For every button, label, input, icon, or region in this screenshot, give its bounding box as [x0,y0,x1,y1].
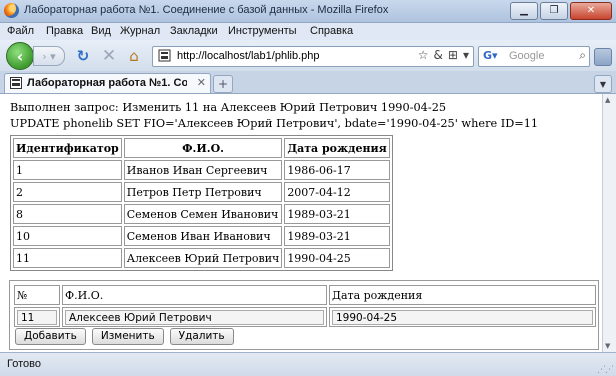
cell-id: 11 [13,248,122,268]
menu-help[interactable]: Справка [310,25,353,37]
cell-fio: Иванов Иван Сергеевич [123,160,283,180]
form-cell-date: 1990-04-25 [329,307,596,327]
delete-button[interactable]: Удалить [169,328,234,345]
edit-form-table: № Ф.И.О. Дата рождения 11 Алексеев Юрий … [12,283,598,329]
window-title: Лабораторная работа №1. Соединение с баз… [24,4,389,16]
minimize-button[interactable]: ▁ [510,2,538,20]
cell-fio: Семенов Иван Иванович [123,226,283,246]
cell-date: 1986-06-17 [284,160,390,180]
maximize-button[interactable]: ❐ [540,2,568,20]
window-controls: ▁ ❐ ✕ [510,2,612,20]
status-bar: Готово ⋰⋰ [0,352,616,376]
tab-active[interactable]: Лабораторная работа №1. Соедине... ✕ [4,73,211,93]
translate-addon-icon[interactable]: ⊞ [448,48,458,62]
table-row: 10 Семенов Иван Иванович 1989-03-21 [13,226,390,246]
cell-fio: Алексеев Юрий Петрович [123,248,283,268]
back-button[interactable]: ‹ [6,42,34,70]
form-input-row: 11 Алексеев Юрий Петрович 1990-04-25 [14,307,596,327]
tab-bar: Лабораторная работа №1. Соедине... ✕ + ▼ [0,71,616,94]
scroll-up-icon[interactable]: ▲ [605,96,610,104]
form-header-row: № Ф.И.О. Дата рождения [14,285,596,305]
search-box[interactable]: G▾ Google ⌕ [478,46,590,67]
col-header-id: Идентификатор [13,138,122,158]
home-icon[interactable]: ⌂ [125,47,143,65]
form-header-fio: Ф.И.О. [62,285,327,305]
add-button[interactable]: Добавить [15,328,86,345]
cell-fio: Семенов Семен Иванович [123,204,283,224]
bookmark-star-icon[interactable]: ☆ [418,48,429,62]
page-content: Выполнен запрос: Изменить 11 на Алексеев… [0,94,602,352]
new-tab-button[interactable]: + [213,75,233,93]
cell-id: 2 [13,182,122,202]
results-table: Идентификатор Ф.И.О. Дата рождения 1 Ива… [10,135,393,271]
cell-date: 1989-03-21 [284,204,390,224]
menu-history[interactable]: Журнал [120,25,160,37]
firefox-logo-icon [4,3,19,18]
cell-id: 1 [13,160,122,180]
navigation-toolbar: ‹ › ▾ ↻ ✕ ⌂ http://localhost/lab1/phlib.… [0,40,616,72]
close-window-button[interactable]: ✕ [570,2,612,20]
menu-tools[interactable]: Инструменты [228,25,297,37]
tab-label: Лабораторная работа №1. Соедине... [27,77,187,89]
forward-button[interactable]: › ▾ [33,46,65,66]
ampersand-addon-icon[interactable]: & [434,48,443,62]
fio-field[interactable]: Алексеев Юрий Петрович [65,309,324,325]
cell-id: 8 [13,204,122,224]
sql-statement: UPDATE phonelib SET FIO='Алексеев Юрий П… [10,117,539,130]
tab-list-button[interactable]: ▼ [594,75,612,93]
table-row: 11 Алексеев Юрий Петрович 1990-04-25 [13,248,390,268]
cell-date: 1989-03-21 [284,226,390,246]
stop-icon[interactable]: ✕ [100,46,118,66]
title-bar: Лабораторная работа №1. Соединение с баз… [0,0,616,23]
table-row: 2 Петров Петр Петрович 2007-04-12 [13,182,390,202]
cell-date: 2007-04-12 [284,182,390,202]
edit-button[interactable]: Изменить [91,328,164,345]
addon-toolbar-icon[interactable] [594,48,612,66]
menu-bar: Файл Правка Вид Журнал Закладки Инструме… [0,23,616,40]
scroll-down-icon[interactable]: ▼ [605,342,610,350]
edit-form: № Ф.И.О. Дата рождения 11 Алексеев Юрий … [9,280,599,350]
col-header-date: Дата рождения [284,138,390,158]
id-field[interactable]: 11 [17,309,57,325]
resize-grip-icon[interactable]: ⋰⋰ [597,365,614,375]
table-row: 8 Семенов Семен Иванович 1989-03-21 [13,204,390,224]
form-buttons: Добавить Изменить Удалить [15,328,234,345]
url-text[interactable]: http://localhost/lab1/phlib.php [177,50,320,62]
query-message: Выполнен запрос: Изменить 11 на Алексеев… [10,101,447,114]
page-favicon-icon [10,77,22,89]
form-cell-fio: Алексеев Юрий Петрович [62,307,327,327]
form-cell-id: 11 [14,307,60,327]
browser-window: Лабораторная работа №1. Соединение с баз… [0,0,616,376]
menu-bookmarks[interactable]: Закладки [170,25,218,37]
url-actions: ☆ & ⊞ ▾ [418,48,469,62]
date-field[interactable]: 1990-04-25 [332,309,593,325]
table-row: 1 Иванов Иван Сергеевич 1986-06-17 [13,160,390,180]
url-dropdown-icon[interactable]: ▾ [463,48,469,62]
form-header-date: Дата рождения [329,285,596,305]
col-header-fio: Ф.И.О. [123,138,283,158]
search-magnifier-icon[interactable]: ⌕ [579,48,586,63]
cell-date: 1990-04-25 [284,248,390,268]
status-text: Готово [7,358,41,370]
form-header-number: № [14,285,60,305]
menu-edit[interactable]: Правка [46,25,83,37]
search-engine-icon[interactable]: G▾ [483,49,498,62]
search-input[interactable]: Google [509,50,544,62]
site-identity-icon [158,49,171,62]
menu-file[interactable]: Файл [7,25,34,37]
menu-view[interactable]: Вид [91,25,111,37]
tab-close-icon[interactable]: ✕ [197,76,206,89]
cell-id: 10 [13,226,122,246]
reload-icon[interactable]: ↻ [74,47,92,65]
cell-fio: Петров Петр Петрович [123,182,283,202]
address-bar[interactable]: http://localhost/lab1/phlib.php ☆ & ⊞ ▾ [152,46,474,67]
table-header-row: Идентификатор Ф.И.О. Дата рождения [13,138,390,158]
vertical-scrollbar[interactable]: ▲ ▼ [602,94,616,352]
